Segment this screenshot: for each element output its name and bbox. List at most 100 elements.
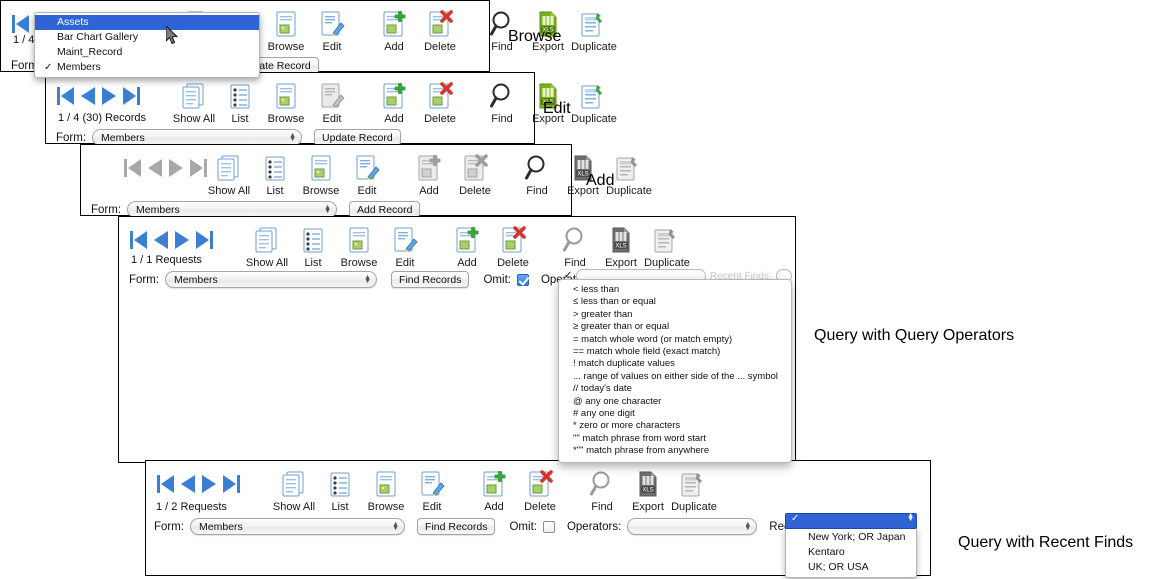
nav-last-icon[interactable] xyxy=(121,85,141,107)
nav-prev-icon[interactable] xyxy=(179,473,197,495)
list-icon[interactable] xyxy=(262,149,288,183)
nav-last-icon[interactable] xyxy=(221,473,241,495)
show-all-icon[interactable] xyxy=(216,149,242,183)
nav-buttons-query[interactable] xyxy=(129,223,214,257)
nav-buttons-recent[interactable] xyxy=(156,467,241,501)
browse-icon[interactable] xyxy=(373,465,399,499)
toolbar-browse-browse[interactable]: Browse xyxy=(263,5,309,54)
toolbar-browse-add[interactable]: Browse xyxy=(298,149,344,198)
show-all-icon[interactable] xyxy=(254,221,280,255)
menu-item-maint-record[interactable]: Maint_Record xyxy=(35,45,259,60)
delete-icon[interactable] xyxy=(427,77,453,111)
nav-prev-icon[interactable] xyxy=(152,229,170,251)
delete-icon[interactable] xyxy=(427,5,453,39)
add-icon[interactable] xyxy=(481,465,507,499)
add-icon[interactable] xyxy=(381,77,407,111)
operator-item[interactable]: == match whole field (exact match) xyxy=(559,346,791,358)
toolbar-edit-query[interactable]: Edit xyxy=(382,221,428,270)
toolbar-delete-edit[interactable]: Delete xyxy=(417,77,463,126)
browse-icon[interactable] xyxy=(273,77,299,111)
toolbar-add-recent[interactable]: Add xyxy=(471,465,517,514)
recent-find-item[interactable]: New York; OR Japan xyxy=(786,530,916,545)
browse-icon[interactable] xyxy=(346,221,372,255)
operator-item[interactable]: ! match duplicate values xyxy=(559,358,791,370)
operator-item[interactable]: * zero or more characters xyxy=(559,420,791,432)
operator-item[interactable]: // today's date xyxy=(559,383,791,395)
toolbar-show-all-edit[interactable]: Show All xyxy=(171,77,217,126)
toolbar-add-query[interactable]: Add xyxy=(444,221,490,270)
toolbar-edit-recent[interactable]: Edit xyxy=(409,465,455,514)
toolbar-list-recent[interactable]: List xyxy=(317,465,363,514)
nav-first-icon[interactable] xyxy=(56,85,76,107)
nav-buttons-edit[interactable] xyxy=(56,79,141,113)
toolbar-duplicate-edit[interactable]: Duplicate xyxy=(571,77,617,126)
form-popup-query[interactable]: Members ▲▼ xyxy=(165,271,377,288)
nav-first-icon[interactable] xyxy=(129,229,149,251)
operator-item[interactable]: < less than xyxy=(559,284,791,296)
omit-checkbox[interactable] xyxy=(517,274,529,286)
recent-find-item[interactable]: UK; OR USA xyxy=(786,560,916,575)
menu-item-members[interactable]: ✓ Members xyxy=(35,60,259,75)
operator-item[interactable]: ≤ less than or equal xyxy=(559,296,791,308)
toolbar-show-all-query[interactable]: Show All xyxy=(244,221,290,270)
operator-item[interactable]: = match whole word (or match empty) xyxy=(559,334,791,346)
browse-icon[interactable] xyxy=(308,149,334,183)
find-records-button-recent[interactable]: Find Records xyxy=(417,518,495,535)
nav-last-icon[interactable] xyxy=(194,229,214,251)
list-icon[interactable] xyxy=(227,77,253,111)
edit-icon[interactable] xyxy=(392,221,418,255)
nav-next-icon[interactable] xyxy=(173,229,191,251)
toolbar-delete-recent[interactable]: Delete xyxy=(517,465,563,514)
menu-item-bar-chart-gallery[interactable]: Bar Chart Gallery xyxy=(35,30,259,45)
nav-first-icon[interactable] xyxy=(156,473,176,495)
find-records-button-query[interactable]: Find Records xyxy=(391,271,469,288)
show-all-icon[interactable] xyxy=(181,77,207,111)
toolbar-find-add[interactable]: Find xyxy=(514,149,560,198)
show-all-icon[interactable] xyxy=(281,465,307,499)
operator-item[interactable]: *"" match phrase from anywhere xyxy=(559,445,791,457)
nav-prev-icon[interactable] xyxy=(79,85,97,107)
edit-icon[interactable] xyxy=(419,465,445,499)
menu-item-assets[interactable]: Assets xyxy=(35,15,259,30)
operator-item[interactable]: ... range of values on either side of th… xyxy=(559,371,791,383)
operator-item[interactable]: @ any one character xyxy=(559,396,791,408)
toolbar-browse-edit[interactable]: Browse xyxy=(263,77,309,126)
operator-item[interactable]: "" match phrase from word start xyxy=(559,433,791,445)
recent-finds-popup-menu[interactable]: New York; OR Japan Kentaro UK; OR USA xyxy=(785,527,917,578)
operator-item[interactable]: > greater than xyxy=(559,309,791,321)
find-icon[interactable] xyxy=(489,77,515,111)
add-icon[interactable] xyxy=(454,221,480,255)
toolbar-show-all-recent[interactable]: Show All xyxy=(271,465,317,514)
toolbar-show-all-add[interactable]: Show All xyxy=(206,149,252,198)
toolbar-list-query[interactable]: List xyxy=(290,221,336,270)
toolbar-add-edit[interactable]: Add xyxy=(371,77,417,126)
delete-icon[interactable] xyxy=(527,465,553,499)
edit-icon[interactable] xyxy=(319,5,345,39)
toolbar-duplicate-browse[interactable]: Duplicate xyxy=(571,5,617,54)
edit-icon[interactable] xyxy=(354,149,380,183)
delete-icon[interactable] xyxy=(500,221,526,255)
duplicate-icon[interactable] xyxy=(579,5,609,39)
nav-first-icon[interactable] xyxy=(11,13,31,35)
toolbar-list-edit[interactable]: List xyxy=(217,77,263,126)
nav-next-icon[interactable] xyxy=(200,473,218,495)
operators-popup-recent[interactable]: ▲▼ xyxy=(627,518,757,535)
operators-popup-menu[interactable]: < less than ≤ less than or equal > great… xyxy=(558,279,792,463)
toolbar-edit-browse[interactable]: Edit xyxy=(309,5,355,54)
toolbar-browse-recent[interactable]: Browse xyxy=(363,465,409,514)
toolbar-edit-add[interactable]: Edit xyxy=(344,149,390,198)
operator-item[interactable]: ≥ greater than or equal xyxy=(559,321,791,333)
recent-find-item[interactable]: Kentaro xyxy=(786,545,916,560)
toolbar-delete-browse[interactable]: Delete xyxy=(417,5,463,54)
duplicate-icon[interactable] xyxy=(579,77,609,111)
form-popup-menu[interactable]: Assets Bar Chart Gallery Maint_Record ✓ … xyxy=(34,12,260,78)
add-icon[interactable] xyxy=(381,5,407,39)
operator-item[interactable]: # any one digit xyxy=(559,408,791,420)
toolbar-add-browse[interactable]: Add xyxy=(371,5,417,54)
omit-checkbox[interactable] xyxy=(543,521,555,533)
find-icon[interactable] xyxy=(524,149,550,183)
toolbar-find-edit[interactable]: Find xyxy=(479,77,525,126)
list-icon[interactable] xyxy=(327,465,353,499)
toolbar-delete-query[interactable]: Delete xyxy=(490,221,536,270)
toolbar-list-add[interactable]: List xyxy=(252,149,298,198)
